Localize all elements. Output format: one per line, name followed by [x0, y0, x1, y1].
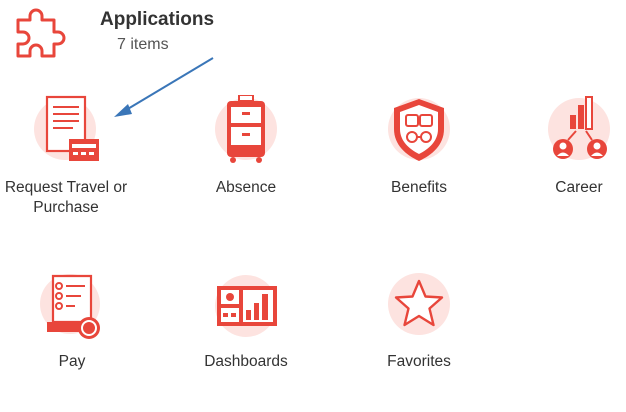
career-growth-icon [548, 96, 610, 160]
star-icon [388, 273, 450, 335]
app-favorites[interactable]: Favorites [354, 272, 484, 412]
suitcase-icon [215, 95, 277, 163]
app-label: Request Travel or Purchase [4, 179, 128, 216]
app-label: Career [555, 179, 603, 196]
shield-icon [388, 98, 450, 161]
app-benefits[interactable]: Benefits [354, 95, 484, 235]
app-label: Absence [215, 179, 277, 196]
app-pay[interactable]: Pay [7, 272, 137, 412]
item-count: 7 items [117, 36, 169, 53]
receipt-coin-icon [40, 274, 100, 339]
document-card-icon [34, 95, 99, 161]
app-label: Benefits [390, 179, 447, 196]
app-label: Pay [58, 353, 86, 370]
app-label: Dashboards [204, 353, 288, 370]
page-title: Applications [100, 9, 215, 30]
app-absence[interactable]: Absence [181, 95, 311, 235]
puzzle-icon [16, 8, 66, 58]
app-label: Favorites [387, 353, 451, 370]
dashboard-icon [215, 275, 277, 337]
app-dashboards[interactable]: Dashboards [181, 272, 311, 412]
app-career[interactable]: Career [514, 95, 626, 235]
app-request-travel-or-purchase[interactable]: Request Travel or Purchase [1, 95, 131, 235]
